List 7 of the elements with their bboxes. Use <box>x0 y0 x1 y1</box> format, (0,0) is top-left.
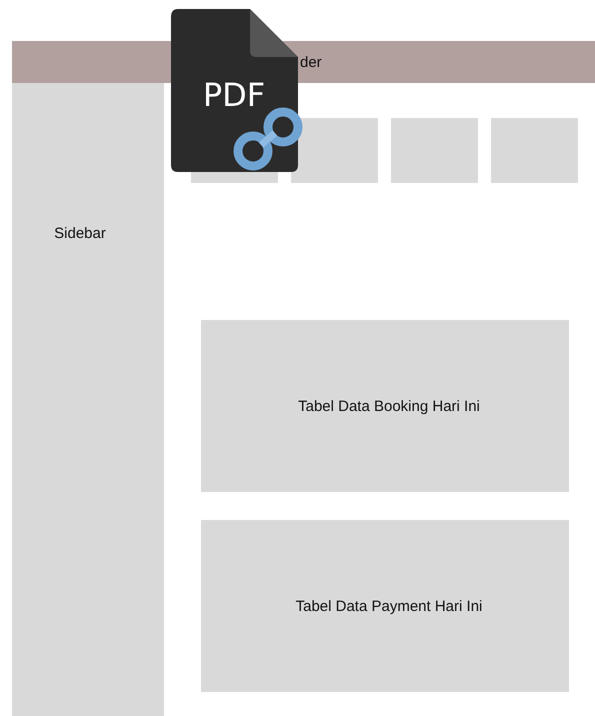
pdf-label: PDF <box>202 79 266 111</box>
table-title: Tabel Data Booking Hari Ini <box>297 398 480 414</box>
chain-link-icon <box>233 107 305 171</box>
document-icon <box>170 9 300 173</box>
table-title: Tabel Data Payment Hari Ini <box>294 598 482 614</box>
sidebar-title: Sidebar <box>54 225 106 242</box>
header-title: der <box>300 54 322 70</box>
